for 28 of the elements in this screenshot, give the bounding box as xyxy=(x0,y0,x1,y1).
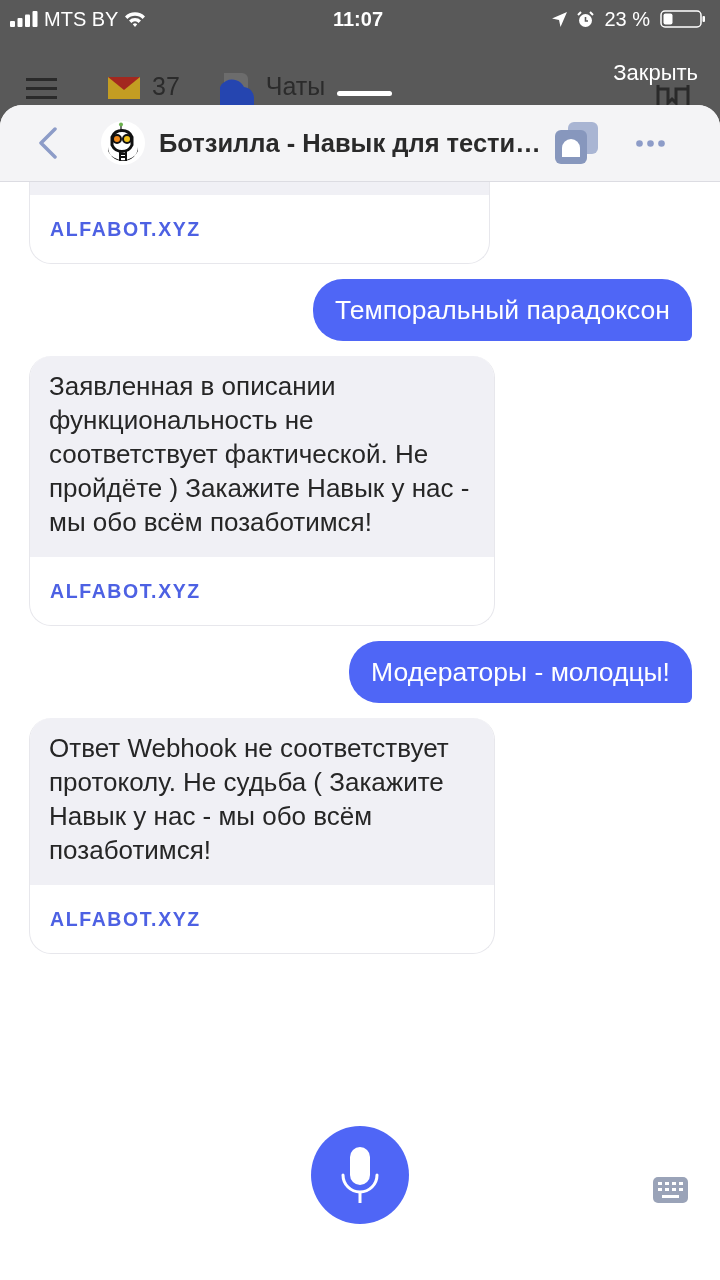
close-button[interactable]: Закрыть xyxy=(613,61,698,85)
more-dots-icon[interactable] xyxy=(635,139,665,147)
microphone-icon xyxy=(341,1147,379,1203)
chat-bubbles-icon[interactable] xyxy=(219,73,255,105)
keyboard-icon[interactable] xyxy=(653,1177,688,1203)
user-message: Темпоральный парадоксон xyxy=(313,279,692,341)
battery-icon xyxy=(660,10,706,28)
link[interactable]: ALFABOT.XYZ xyxy=(50,579,201,603)
link[interactable]: ALFABOT.XYZ xyxy=(50,217,201,241)
back-chevron-icon[interactable] xyxy=(38,127,58,159)
mail-icon[interactable] xyxy=(108,77,140,99)
location-arrow-icon xyxy=(552,11,568,27)
link[interactable]: ALFABOT.XYZ xyxy=(50,907,201,931)
battery-percent: 23 % xyxy=(604,7,650,31)
stacked-cards-icon[interactable] xyxy=(554,122,598,164)
robot-avatar-icon xyxy=(101,121,145,165)
clock-time: 11:07 xyxy=(332,7,384,31)
bookmark-icon[interactable] xyxy=(656,85,690,105)
bot-message-text: Заявленная в описании функциональность не соответствует фактической. Не пройдёте ) Закажите Навык у нас - мы обо всём позаботимся! xyxy=(30,356,494,557)
carrier-name: MTS BY xyxy=(44,7,119,31)
menu-icon[interactable] xyxy=(26,78,57,99)
signal-icon xyxy=(10,11,38,27)
sheet-handle[interactable] xyxy=(337,91,393,96)
user-message: Модераторы - молодцы! xyxy=(349,641,692,703)
chat-title: Ботзилла - Навык для тести… xyxy=(159,128,541,158)
alarm-clock-icon xyxy=(577,10,595,28)
wifi-icon xyxy=(124,11,147,27)
bot-message-text: Ответ Webhook не соответствует протоколу. Не судьба ( Закажите Навык у нас - мы обо всём позаботимся! xyxy=(30,718,494,885)
